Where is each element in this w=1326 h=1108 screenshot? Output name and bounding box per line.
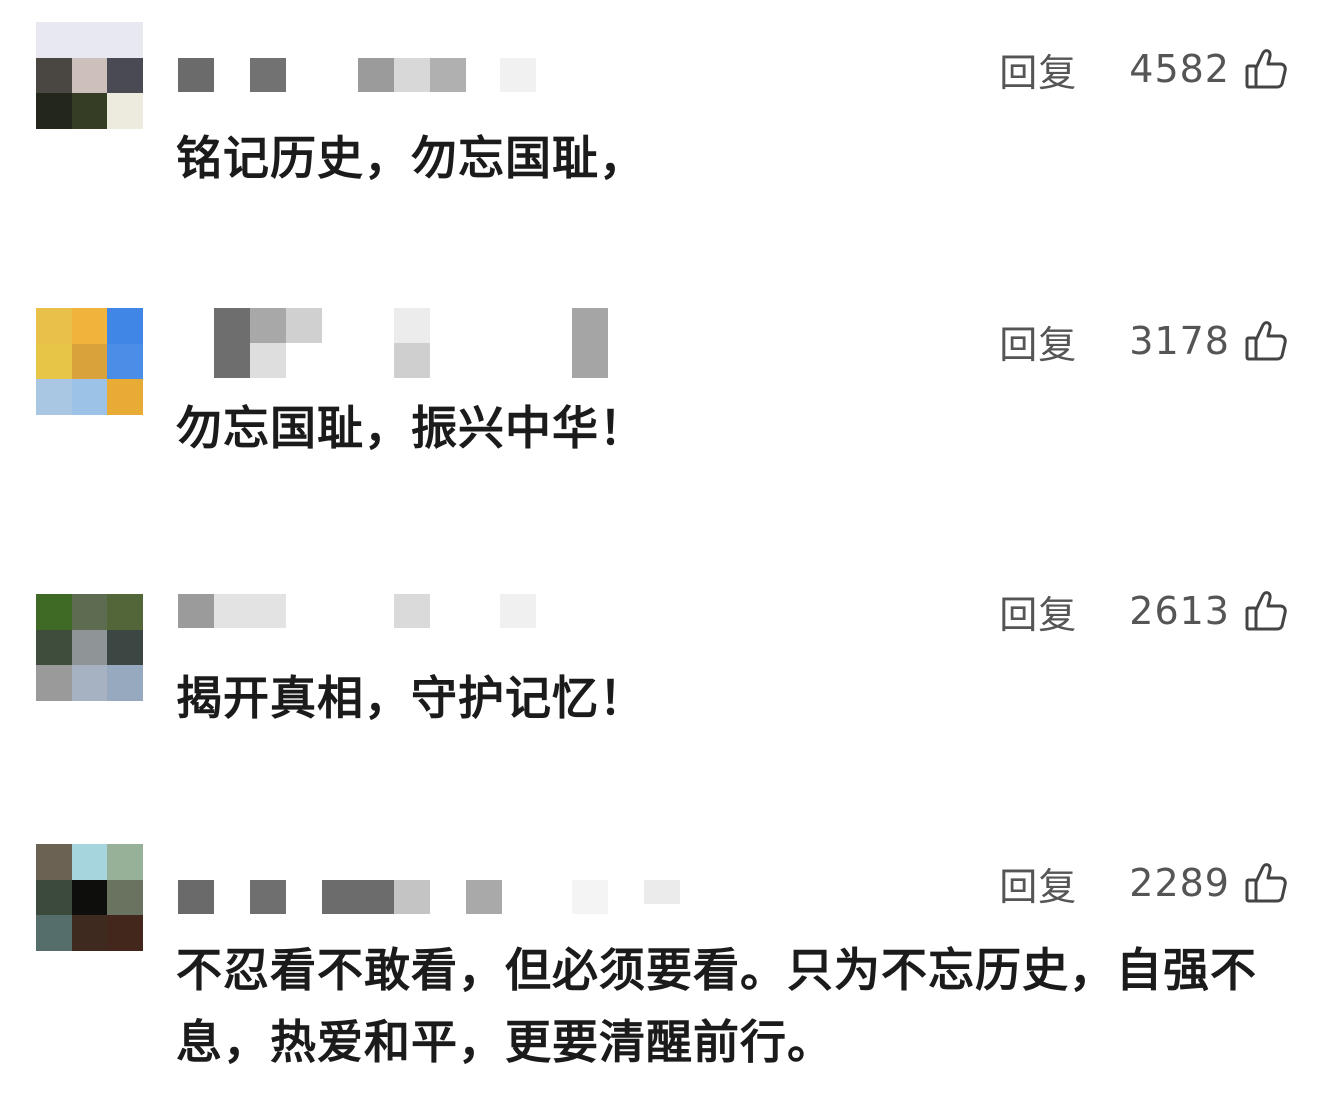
thumbs-up-icon[interactable]	[1244, 47, 1288, 91]
like-count: 3178	[1129, 319, 1230, 363]
avatar-pixel	[107, 879, 143, 916]
comment-actions: 回复 3178	[999, 314, 1288, 369]
reply-button[interactable]: 回复	[999, 856, 1077, 911]
avatar-pixel	[36, 844, 72, 880]
like-count: 2613	[1129, 589, 1230, 633]
reply-button[interactable]: 回复	[999, 584, 1077, 639]
avatar-pixel	[36, 879, 72, 916]
avatar[interactable]	[36, 308, 143, 415]
avatar-pixel	[71, 665, 108, 701]
avatar-pixel	[71, 57, 108, 94]
comment-text: 勿忘国耻，振兴中华！	[176, 401, 646, 455]
avatar-pixel	[71, 308, 108, 344]
comment-text: 铭记历史，勿忘国耻，	[176, 131, 646, 185]
avatar-pixel	[71, 844, 108, 880]
thumbs-up-icon[interactable]	[1244, 319, 1288, 363]
avatar-pixel	[107, 57, 143, 94]
comment-actions: 回复 2613	[999, 584, 1288, 639]
avatar-pixel	[71, 879, 108, 916]
avatar-pixel	[36, 379, 72, 415]
thumbs-up-icon[interactable]	[1244, 589, 1288, 633]
avatar-pixel	[71, 22, 108, 58]
avatar-pixel	[107, 93, 143, 129]
reply-button[interactable]: 回复	[999, 314, 1077, 369]
avatar-pixel	[107, 594, 143, 630]
comment-text: 揭开真相，守护记忆！	[176, 671, 646, 725]
avatar-pixel	[36, 57, 72, 94]
avatar-pixel	[71, 594, 108, 630]
avatar-pixel	[36, 629, 72, 666]
avatar-pixel	[71, 629, 108, 666]
avatar-pixel	[71, 379, 108, 415]
avatar-pixel	[71, 915, 108, 951]
avatar-pixel	[107, 379, 143, 415]
avatar-pixel	[36, 22, 72, 58]
avatar-pixel	[36, 594, 72, 630]
like-count: 4582	[1129, 47, 1230, 91]
avatar-pixel	[107, 308, 143, 344]
thumbs-up-icon[interactable]	[1244, 861, 1288, 905]
comment-actions: 回复 2289	[999, 856, 1288, 911]
comment-text: 不忍看不敢看，但必须要看。只为不忘历史，自强不息，热爱和平，更要清醒前行。	[176, 943, 1257, 1069]
avatar-pixel	[36, 308, 72, 344]
avatar-pixel	[107, 844, 143, 880]
avatar-pixel	[36, 93, 72, 129]
reply-button[interactable]: 回复	[999, 42, 1077, 97]
avatar-pixel	[107, 22, 143, 58]
avatar-pixel	[36, 915, 72, 951]
avatar-pixel	[107, 665, 143, 701]
avatar-pixel	[107, 629, 143, 666]
comment-actions: 回复 4582	[999, 42, 1288, 97]
avatar[interactable]	[36, 594, 143, 701]
avatar-pixel	[71, 93, 108, 129]
avatar-pixel	[107, 915, 143, 951]
like-count: 2289	[1129, 861, 1230, 905]
avatar-pixel	[107, 343, 143, 380]
avatar-pixel	[36, 665, 72, 701]
avatar[interactable]	[36, 844, 143, 951]
avatar[interactable]	[36, 22, 143, 129]
avatar-pixel	[36, 343, 72, 380]
avatar-pixel	[71, 343, 108, 380]
